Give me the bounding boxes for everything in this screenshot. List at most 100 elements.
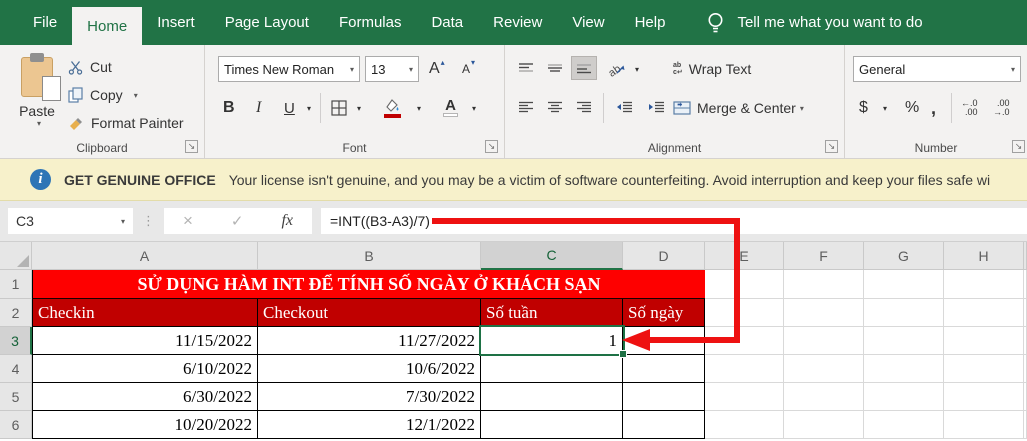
cell-d3[interactable]	[623, 327, 705, 355]
decrease-indent-button[interactable]	[611, 95, 637, 119]
cell-c4[interactable]	[481, 355, 623, 383]
cut-button[interactable]: Cut	[68, 55, 112, 79]
fill-color-button[interactable]	[383, 95, 401, 121]
cell-e1[interactable]	[705, 270, 784, 299]
increase-decimal-button[interactable]: ←.0.00	[961, 95, 978, 121]
column-header-g[interactable]: G	[864, 242, 944, 270]
increase-font-size-button[interactable]: A ▴	[429, 56, 445, 82]
middle-align-button[interactable]	[542, 56, 568, 80]
currency-format-button[interactable]: $	[859, 95, 868, 121]
italic-button[interactable]: I	[256, 95, 261, 121]
cell-f1[interactable]	[784, 270, 864, 299]
align-right-button[interactable]	[571, 95, 597, 119]
cell-b6[interactable]: 12/1/2022	[258, 411, 481, 439]
wrap-text-button[interactable]: ab c↵ Wrap Text	[673, 56, 751, 82]
tab-page-layout[interactable]: Page Layout	[210, 0, 324, 45]
tab-review[interactable]: Review	[478, 0, 557, 45]
title-cell-a1[interactable]: SỬ DỤNG HÀM INT ĐỂ TÍNH SỐ NGÀY Ở KHÁCH …	[32, 270, 705, 299]
cell-d2[interactable]: Số ngày	[623, 299, 705, 327]
cancel-icon[interactable]: ×	[183, 211, 193, 231]
currency-dropdown-icon[interactable]: ▾	[883, 95, 887, 121]
decrease-decimal-button[interactable]: .00 →.0	[993, 95, 1010, 121]
copy-dropdown-icon[interactable]: ▾	[134, 91, 138, 100]
column-header-h[interactable]: H	[944, 242, 1024, 270]
tell-me-box[interactable]: Tell me what you want to do	[706, 0, 923, 45]
font-color-button[interactable]: A	[443, 95, 458, 121]
align-center-button[interactable]	[542, 95, 568, 119]
orientation-dropdown-icon[interactable]: ▾	[635, 56, 639, 82]
cell-a4[interactable]: 6/10/2022	[32, 355, 258, 383]
column-header-e[interactable]: E	[705, 242, 784, 270]
font-name-combo[interactable]: Times New Roman ▾	[218, 56, 360, 82]
tab-insert[interactable]: Insert	[142, 0, 210, 45]
cell-d5[interactable]	[623, 383, 705, 411]
formula-bar-grip-icon[interactable]: ⋮	[142, 213, 155, 229]
column-header-d[interactable]: D	[623, 242, 705, 270]
cell-g1[interactable]	[864, 270, 944, 299]
column-header-c[interactable]: C	[481, 242, 623, 270]
cell-a6[interactable]: 10/20/2022	[32, 411, 258, 439]
borders-button[interactable]	[331, 95, 347, 121]
insert-function-icon[interactable]: fx	[281, 212, 293, 230]
cell-b3[interactable]: 11/27/2022	[258, 327, 481, 355]
merge-center-dropdown-icon[interactable]: ▾	[800, 104, 804, 113]
select-all-button[interactable]	[0, 242, 32, 270]
merge-center-button[interactable]: Merge & Center ▾	[673, 95, 804, 121]
cell-c5[interactable]	[481, 383, 623, 411]
tab-file[interactable]: File	[18, 0, 72, 45]
decrease-font-size-button[interactable]: A ▾	[462, 56, 475, 82]
cell-d6[interactable]	[623, 411, 705, 439]
format-painter-button[interactable]: Format Painter	[68, 111, 184, 135]
tab-data[interactable]: Data	[416, 0, 478, 45]
font-size-dropdown-icon[interactable]: ▾	[409, 65, 413, 74]
row-header-1[interactable]: 1	[0, 270, 32, 299]
underline-button[interactable]: U	[284, 95, 295, 121]
font-size-combo[interactable]: 13 ▾	[365, 56, 419, 82]
tab-view[interactable]: View	[557, 0, 619, 45]
copy-button[interactable]: Copy ▾	[68, 83, 138, 107]
cell-a3[interactable]: 11/15/2022	[32, 327, 258, 355]
bold-button[interactable]: B	[223, 95, 235, 121]
borders-dropdown-icon[interactable]: ▾	[357, 95, 361, 121]
cell-c6[interactable]	[481, 411, 623, 439]
cell-c2[interactable]: Số tuần	[481, 299, 623, 327]
cell-c3-selected[interactable]: 1	[481, 327, 623, 355]
number-format-combo[interactable]: General ▾	[853, 56, 1021, 82]
column-header-b[interactable]: B	[258, 242, 481, 270]
enter-icon[interactable]: ✓	[231, 212, 244, 230]
paste-dropdown-icon[interactable]: ▾	[37, 119, 41, 128]
top-align-button[interactable]	[513, 56, 539, 80]
cell-b5[interactable]: 7/30/2022	[258, 383, 481, 411]
font-dialog-launcher-icon[interactable]: ↘	[485, 140, 498, 153]
cell-e2[interactable]	[705, 299, 784, 327]
tab-help[interactable]: Help	[620, 0, 681, 45]
row-header-4[interactable]: 4	[0, 355, 32, 383]
cell-a5[interactable]: 6/30/2022	[32, 383, 258, 411]
number-format-dropdown-icon[interactable]: ▾	[1011, 65, 1015, 74]
cell-b2[interactable]: Checkout	[258, 299, 481, 327]
alignment-dialog-launcher-icon[interactable]: ↘	[825, 140, 838, 153]
row-header-2[interactable]: 2	[0, 299, 32, 327]
name-box[interactable]: C3 ▾	[8, 208, 133, 234]
font-name-dropdown-icon[interactable]: ▾	[350, 65, 354, 74]
fill-color-dropdown-icon[interactable]: ▾	[417, 95, 421, 121]
align-left-button[interactable]	[513, 95, 539, 119]
name-box-dropdown-icon[interactable]: ▾	[121, 217, 125, 226]
cell-b4[interactable]: 10/6/2022	[258, 355, 481, 383]
tab-home[interactable]: Home	[72, 7, 143, 45]
underline-dropdown-icon[interactable]: ▾	[307, 95, 311, 121]
clipboard-dialog-launcher-icon[interactable]: ↘	[185, 140, 198, 153]
cell-h1[interactable]	[944, 270, 1024, 299]
cell-d4[interactable]	[623, 355, 705, 383]
bottom-align-button[interactable]	[571, 56, 597, 80]
row-header-5[interactable]: 5	[0, 383, 32, 411]
formula-input[interactable]: =INT((B3-A3)/7)	[321, 208, 1027, 234]
increase-indent-button[interactable]	[643, 95, 669, 119]
orientation-button[interactable]: ab	[607, 56, 625, 82]
row-header-6[interactable]: 6	[0, 411, 32, 439]
row-header-3[interactable]: 3	[0, 327, 32, 355]
column-header-a[interactable]: A	[32, 242, 258, 270]
tab-formulas[interactable]: Formulas	[324, 0, 417, 45]
column-header-f[interactable]: F	[784, 242, 864, 270]
comma-format-button[interactable]: ,	[931, 95, 936, 121]
